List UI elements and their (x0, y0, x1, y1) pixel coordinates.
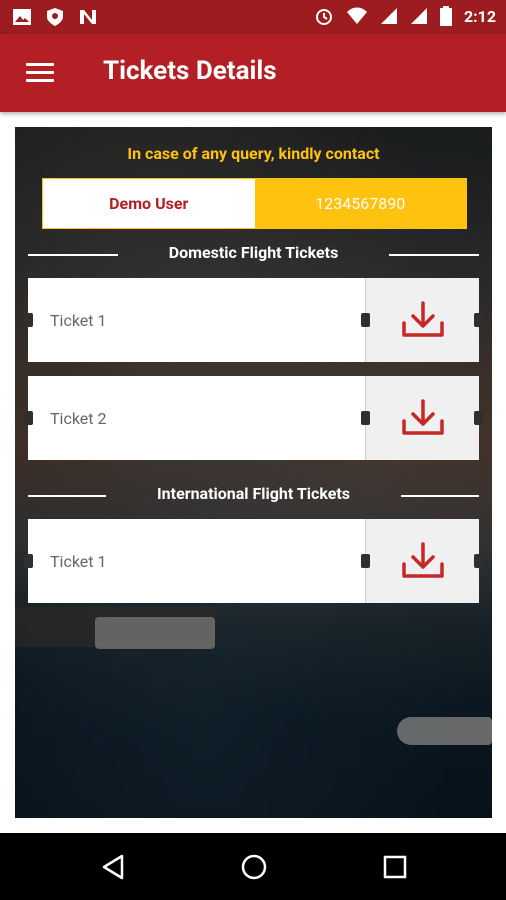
download-icon (401, 301, 444, 337)
alarm-icon (315, 9, 332, 25)
section-title: International Flight Tickets (157, 484, 350, 503)
ticket-info[interactable]: Ticket 1 (28, 519, 366, 603)
ticket-notch (361, 313, 370, 327)
ticket-info[interactable]: Ticket 1 (28, 278, 366, 362)
navigation-bar (0, 833, 506, 900)
ticket-notch (24, 313, 33, 327)
signal-icon (380, 8, 397, 24)
shield-icon (47, 8, 63, 26)
status-time: 2:12 (463, 6, 496, 26)
contact-phone[interactable]: 1234567890 (254, 179, 466, 228)
page-title: Tickets Details (103, 56, 277, 86)
ticket-notch (361, 411, 370, 425)
status-bar: 2:12 (0, 0, 506, 34)
query-text: In case of any query, kindly contact (127, 144, 380, 163)
download-icon (401, 399, 444, 435)
download-button[interactable] (365, 376, 479, 460)
app-bar: Tickets Details (0, 34, 506, 112)
ticket-notch (474, 411, 483, 425)
ticket-label: Ticket 2 (50, 408, 107, 428)
download-button[interactable] (365, 278, 479, 362)
ticket-notch (361, 554, 370, 568)
section-title: Domestic Flight Tickets (168, 243, 339, 262)
contact-name: Demo User (43, 179, 255, 228)
section-header-international: International Flight Tickets (15, 484, 492, 506)
recent-apps-icon[interactable] (383, 855, 407, 879)
wifi-icon (346, 7, 367, 24)
status-system: 2:12 (314, 6, 496, 26)
ticket-notch (24, 411, 33, 425)
battery-icon (439, 6, 452, 26)
ticket-notch (24, 554, 33, 568)
ticket-label: Ticket 1 (50, 310, 107, 330)
ticket-card: Ticket 2 (24, 376, 483, 460)
background-overlay (15, 127, 492, 818)
download-icon (401, 542, 444, 578)
home-icon[interactable] (240, 853, 268, 881)
ticket-card: Ticket 1 (24, 519, 483, 603)
download-button[interactable] (365, 519, 479, 603)
ticket-notch (474, 554, 483, 568)
divider (401, 495, 479, 497)
contact-box: Demo User 1234567890 (42, 178, 467, 229)
n-icon (80, 10, 96, 24)
ticket-info[interactable]: Ticket 2 (28, 376, 366, 460)
menu-icon[interactable] (26, 63, 54, 83)
section-header-domestic: Domestic Flight Tickets (15, 243, 492, 265)
status-notifications (12, 7, 98, 27)
ticket-notch (474, 313, 483, 327)
image-icon (13, 9, 31, 25)
signal-icon (410, 8, 427, 24)
ticket-label: Ticket 1 (50, 551, 107, 571)
ticket-card: Ticket 1 (24, 278, 483, 362)
back-icon[interactable] (100, 853, 126, 881)
divider (389, 254, 479, 256)
tickets-content: In case of any query, kindly contact Dem… (15, 127, 492, 818)
